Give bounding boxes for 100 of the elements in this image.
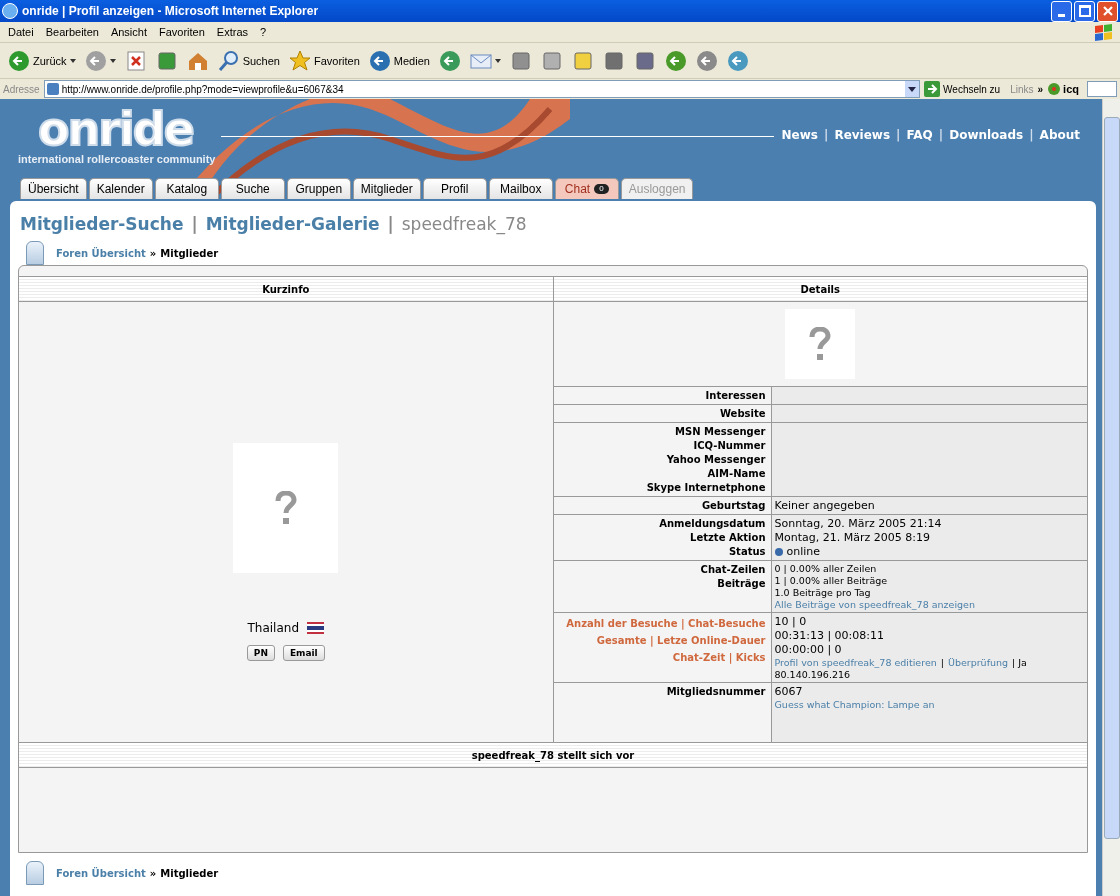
flag-icon: [307, 622, 324, 634]
field-value: |: [940, 657, 944, 668]
heading-username: speedfreak_78: [401, 214, 527, 234]
field-value: | Ja: [1012, 657, 1027, 668]
country-name: Thailand: [247, 621, 299, 635]
field-label: ICQ-Nummer: [693, 440, 766, 451]
heading-link[interactable]: Mitglieder-Galerie: [205, 214, 380, 234]
field-value: 1 | 0.00% aller Beiträge: [774, 575, 888, 586]
field-label: Beiträge: [717, 578, 766, 589]
breadcrumb-tab-icon: [26, 241, 44, 265]
more-links-button[interactable]: »: [1037, 83, 1044, 95]
nav-tab[interactable]: Mitglieder: [352, 178, 421, 199]
field-value: 00:31:13 | 00:08:11: [774, 629, 884, 642]
heading-link[interactable]: Mitglieder-Suche: [20, 214, 184, 234]
nav-link[interactable]: News: [781, 128, 818, 142]
nav-link[interactable]: Reviews: [834, 128, 891, 142]
field-label: AIM-Name: [707, 468, 766, 479]
toolbar-button[interactable]: Medien: [366, 49, 432, 72]
go-arrow-icon: [924, 81, 941, 97]
breadcrumb-tab-icon: [26, 861, 44, 885]
caret-icon: [109, 58, 116, 63]
nav-link[interactable]: FAQ: [906, 128, 933, 142]
nav-tab[interactable]: Mailbox: [488, 178, 553, 199]
nav-link[interactable]: About: [1039, 128, 1080, 142]
nav-tab[interactable]: Übersicht: [20, 178, 87, 199]
field-label: MSN Messenger: [675, 426, 766, 437]
field-label: Geburtstag: [701, 500, 766, 511]
breadcrumb-separator: »: [149, 867, 157, 879]
breadcrumb-link[interactable]: Foren Übersicht: [56, 867, 146, 879]
breadcrumb-link[interactable]: Foren Übersicht: [56, 247, 146, 259]
window-title: onride | Profil anzeigen - Microsoft Internet Explorer: [22, 4, 320, 18]
profile-button[interactable]: Email: [282, 645, 325, 661]
field-label: Letzte Aktion: [690, 532, 766, 543]
dropdown-icon: [905, 81, 920, 97]
search-icon: [217, 49, 240, 72]
nav-tab[interactable]: Profil: [422, 178, 487, 199]
nav-tab[interactable]: Katalog: [154, 178, 219, 199]
nav-tab[interactable]: Gruppen: [286, 178, 351, 199]
restore-button[interactable]: [1074, 0, 1095, 22]
menu-item[interactable]: Favoriten: [153, 26, 211, 38]
address-field[interactable]: http://www.onride.de/profile.php?mode=viewprofile&u=6067&34: [43, 80, 921, 98]
go-button[interactable]: Wechseln zu: [924, 81, 1001, 97]
breadcrumb-current: Mitglieder: [160, 867, 219, 879]
profile-link[interactable]: Profil von speedfreak_78 editieren: [774, 657, 937, 668]
menu-item[interactable]: ?: [254, 26, 273, 38]
address-label: Adresse: [3, 83, 40, 95]
field-label: Chat-Zeilen: [700, 564, 766, 575]
page-icon: [46, 83, 59, 95]
menu-item[interactable]: Datei: [2, 26, 40, 38]
column-header: Details: [552, 277, 1087, 301]
windows-logo-icon: [1095, 23, 1112, 41]
question-mark-icon: [809, 327, 832, 361]
chat-count-badge: 0: [594, 184, 609, 194]
question-mark-icon: [274, 491, 297, 525]
field-value: 1.0 Beiträge pro Tag: [774, 587, 871, 598]
profile-link[interactable]: Alle Beiträge von speedfreak_78 anzeigen: [774, 599, 975, 610]
nav-tab[interactable]: Suche: [220, 178, 285, 199]
heading-separator: |: [191, 214, 198, 234]
menu-item[interactable]: Bearbeiten: [39, 26, 105, 38]
nav-link[interactable]: Downloads: [949, 128, 1024, 142]
field-value: 00:00:00 | 0: [774, 643, 842, 656]
section-header: speedfreak_78 stellt sich vor: [19, 742, 1087, 768]
nav-separator: |: [896, 128, 901, 142]
breadcrumb-current: Mitglieder: [160, 247, 219, 259]
close-button[interactable]: [1097, 0, 1118, 22]
field-label: Anmeldungsdatum: [659, 518, 766, 529]
nav-separator: |: [824, 128, 829, 142]
toolbar-button[interactable]: Zurück: [6, 49, 78, 72]
field-value: 0 | 0.00% aller Zeilen: [774, 563, 877, 574]
site-tagline: international rollercoaster community: [18, 153, 216, 165]
field-value: 10 | 0: [774, 615, 807, 628]
profile-link[interactable]: Guess what Champion: Lampe an: [774, 699, 935, 710]
star-icon: [288, 49, 311, 72]
scrollbar[interactable]: [1102, 99, 1120, 896]
field-value: 6067: [774, 685, 803, 698]
menu-item[interactable]: Ansicht: [104, 26, 153, 38]
toolbar-button[interactable]: Suchen: [215, 49, 282, 72]
icq-button[interactable]: icq: [1047, 82, 1079, 96]
field-value: Montag, 21. März 2005 8:19: [774, 531, 930, 544]
field-value: Keiner angegeben: [774, 499, 875, 512]
toolbar-button[interactable]: Favoriten: [286, 49, 362, 72]
field-value: Sonntag, 20. März 2005 21:14: [774, 517, 942, 530]
menu-item[interactable]: Extras: [210, 26, 255, 38]
heading-separator: |: [387, 214, 394, 234]
field-label: Website: [719, 408, 766, 419]
browser-icon: [2, 3, 18, 19]
nav-separator: |: [938, 128, 944, 142]
breadcrumb-separator: »: [149, 247, 157, 259]
nav-tab[interactable]: Chat 0: [554, 178, 619, 199]
minimize-button[interactable]: [1051, 0, 1072, 22]
field-label: Status: [728, 546, 766, 557]
search-field[interactable]: [1087, 81, 1117, 97]
nav-tab[interactable]: Kalender: [88, 178, 153, 199]
field-value: 80.140.196.216: [774, 669, 851, 680]
close-icon: [1101, 5, 1114, 17]
field-label: Skype Internetphone: [646, 482, 766, 493]
profile-link[interactable]: Überprüfung: [947, 657, 1009, 668]
profile-button[interactable]: PN: [246, 645, 275, 661]
caret-icon: [69, 58, 76, 63]
field-label: Yahoo Messenger: [666, 454, 766, 465]
